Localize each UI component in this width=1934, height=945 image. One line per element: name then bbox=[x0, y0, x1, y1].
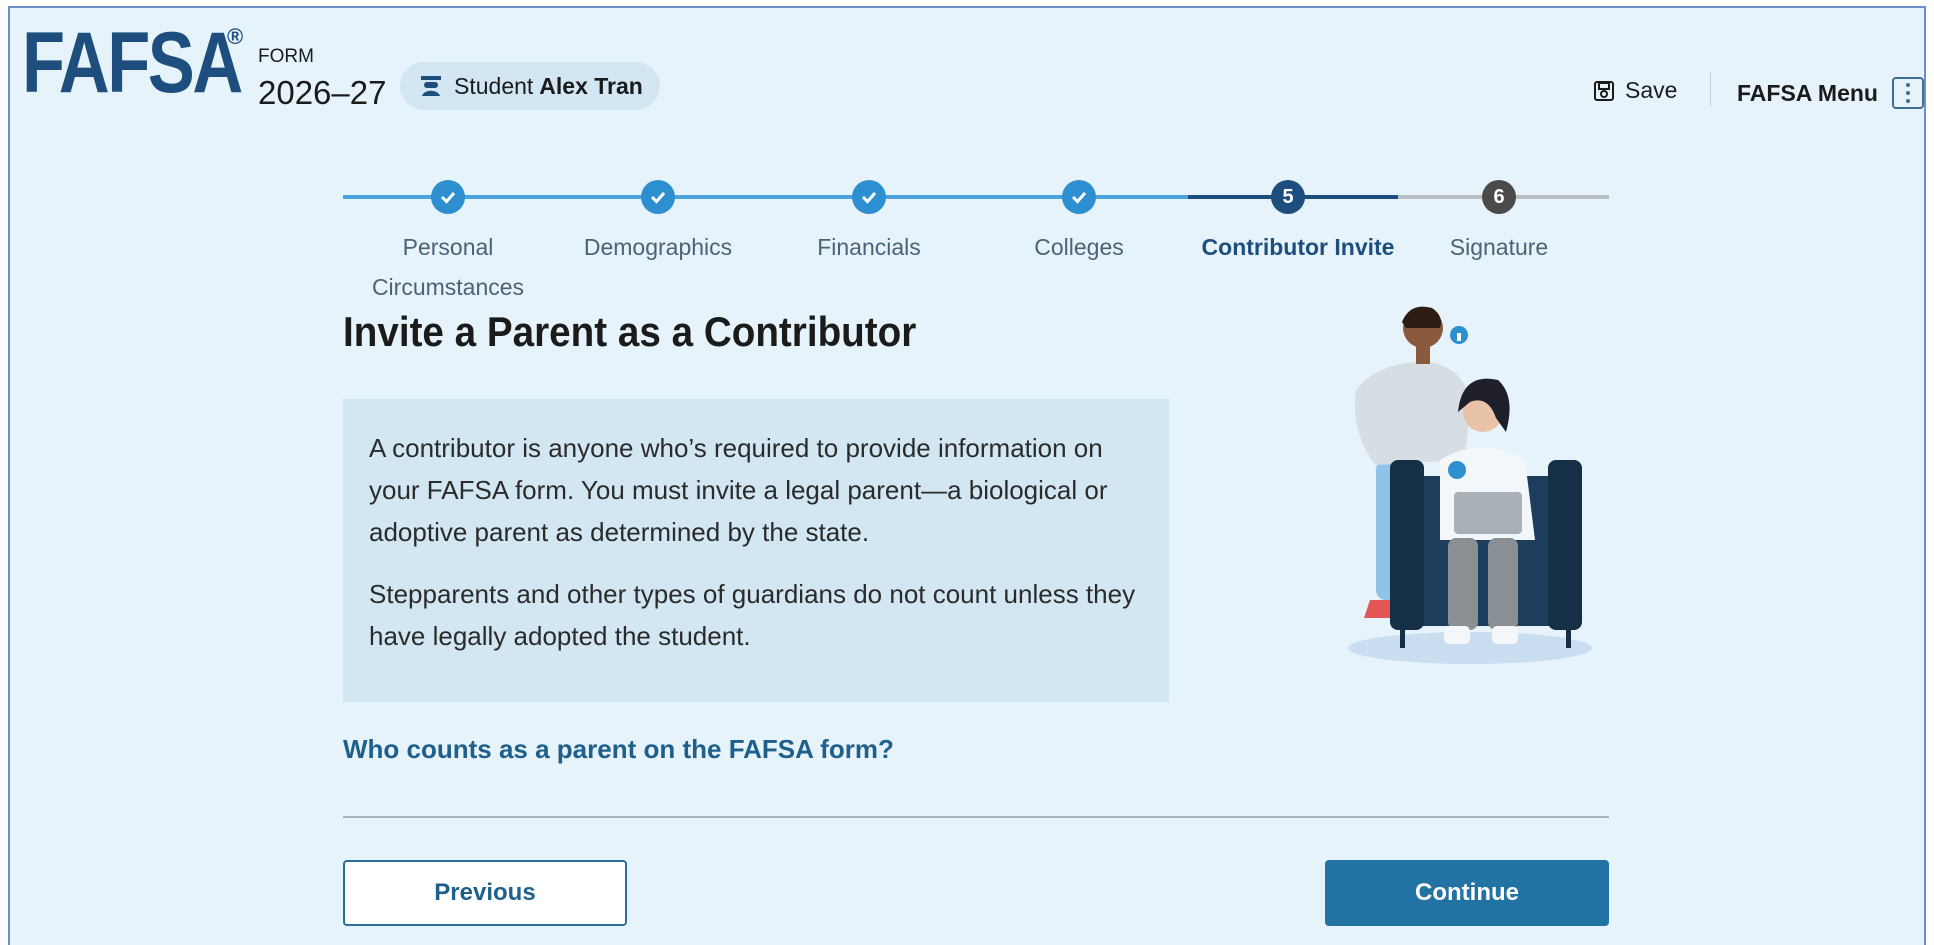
save-label: Save bbox=[1625, 77, 1678, 103]
registered-mark: ® bbox=[227, 24, 244, 49]
contributor-info-box: A contributor is anyone who’s required t… bbox=[343, 399, 1169, 702]
kebab-menu-icon bbox=[1891, 77, 1924, 109]
step-label-signature: Signature bbox=[1449, 234, 1549, 260]
fafsa-menu-label: FAFSA Menu bbox=[1737, 79, 1878, 106]
step-4-check-icon bbox=[1062, 180, 1096, 214]
step-label-colleges: Colleges bbox=[1034, 234, 1124, 260]
previous-button[interactable]: Previous bbox=[343, 860, 627, 926]
step-5-number: 5 bbox=[1271, 180, 1305, 214]
step-label-contributor-invite: Contributor Invite bbox=[1201, 234, 1395, 260]
save-button[interactable]: Save bbox=[1593, 77, 1677, 104]
page-title: Invite a Parent as a Contributor bbox=[343, 308, 917, 355]
student-badge: Student Alex Tran bbox=[400, 62, 660, 110]
parent-and-student-illustration bbox=[1348, 306, 1592, 664]
save-disk-icon bbox=[1594, 80, 1614, 101]
graduation-cap-icon bbox=[421, 76, 441, 96]
student-name: Alex Tran bbox=[539, 72, 643, 99]
who-counts-as-parent-link[interactable]: Who counts as a parent on the FAFSA form… bbox=[343, 734, 894, 765]
step-label-demographics: Demographics bbox=[583, 234, 733, 260]
step-label-personal-circumstances: Personal Circumstances bbox=[358, 227, 538, 307]
section-divider bbox=[343, 816, 1609, 818]
form-year: 2026–27 bbox=[258, 74, 387, 111]
continue-button[interactable]: Continue bbox=[1325, 860, 1609, 926]
step-label-financials: Financials bbox=[817, 234, 921, 260]
step-1-label-line1: Personal bbox=[402, 234, 494, 260]
info-paragraph-2: Stepparents and other types of guardians… bbox=[369, 579, 1136, 651]
student-prefix: Student bbox=[454, 72, 534, 99]
header-divider bbox=[1710, 72, 1711, 106]
step-6-number: 6 bbox=[1482, 180, 1516, 214]
fafsa-menu-button[interactable]: FAFSA Menu bbox=[1737, 77, 1924, 109]
step-1-label-line2: Circumstances bbox=[371, 274, 525, 300]
info-paragraph-1: A contributor is anyone who’s required t… bbox=[369, 433, 1108, 547]
step-3-check-icon bbox=[852, 180, 886, 214]
fafsa-logo[interactable]: FAFSA bbox=[22, 20, 243, 106]
step-1-check-icon bbox=[431, 180, 465, 214]
step-2-check-icon bbox=[641, 180, 675, 214]
form-label: FORM bbox=[258, 46, 314, 67]
